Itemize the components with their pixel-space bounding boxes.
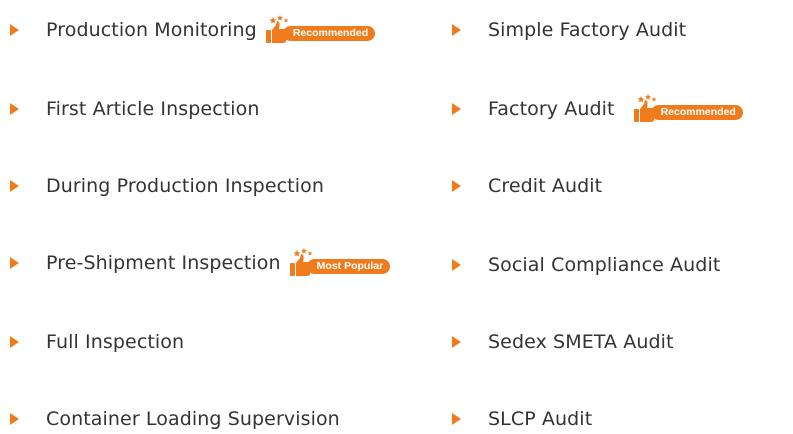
bullet-arrow-icon bbox=[10, 336, 19, 348]
bullet-arrow-icon bbox=[10, 103, 19, 115]
service-item-sedex-smeta-audit[interactable]: Sedex SMETA Audit bbox=[452, 327, 674, 357]
bullet-arrow-icon bbox=[452, 24, 461, 36]
bullet-arrow-icon bbox=[10, 24, 19, 36]
service-item-pre-shipment-inspection[interactable]: Pre-Shipment Inspection Most Popular bbox=[10, 248, 391, 278]
service-item-container-loading-supervision[interactable]: Container Loading Supervision bbox=[10, 404, 340, 434]
service-label: During Production Inspection bbox=[46, 175, 324, 197]
service-item-slcp-audit[interactable]: SLCP Audit bbox=[452, 404, 592, 434]
service-item-factory-audit[interactable]: Factory Audit Recommended bbox=[452, 94, 743, 124]
service-item-simple-factory-audit[interactable]: Simple Factory Audit bbox=[452, 15, 686, 45]
bullet-arrow-icon bbox=[452, 413, 461, 425]
service-item-during-production-inspection[interactable]: During Production Inspection bbox=[10, 171, 324, 201]
bullet-arrow-icon bbox=[452, 103, 461, 115]
service-label: Factory Audit bbox=[488, 98, 615, 120]
service-label: SLCP Audit bbox=[488, 408, 593, 430]
thumbs-up-icon bbox=[289, 248, 312, 276]
service-label: Full Inspection bbox=[46, 331, 185, 353]
bullet-arrow-icon bbox=[10, 180, 19, 192]
bullet-arrow-icon bbox=[452, 180, 461, 192]
recommended-badge: Recommended bbox=[265, 15, 376, 45]
service-label: Social Compliance Audit bbox=[488, 254, 721, 276]
thumbs-up-icon bbox=[265, 15, 289, 43]
bullet-arrow-icon bbox=[10, 257, 19, 269]
service-label: Container Loading Supervision bbox=[46, 408, 340, 430]
bullet-arrow-icon bbox=[452, 336, 461, 348]
service-item-production-monitoring[interactable]: Production Monitoring Recommended bbox=[10, 15, 376, 45]
thumbs-up-icon bbox=[633, 94, 656, 122]
service-item-first-article-inspection[interactable]: First Article Inspection bbox=[10, 94, 260, 124]
bullet-arrow-icon bbox=[452, 259, 461, 271]
service-item-social-compliance-audit[interactable]: Social Compliance Audit bbox=[452, 250, 720, 280]
service-label: Production Monitoring bbox=[46, 19, 257, 41]
service-item-full-inspection[interactable]: Full Inspection bbox=[10, 327, 184, 357]
service-item-credit-audit[interactable]: Credit Audit bbox=[452, 171, 602, 201]
service-label: First Article Inspection bbox=[46, 98, 260, 120]
service-label: Sedex SMETA Audit bbox=[488, 331, 674, 353]
bullet-arrow-icon bbox=[10, 413, 19, 425]
most-popular-badge: Most Popular bbox=[289, 248, 391, 278]
service-label: Simple Factory Audit bbox=[488, 19, 687, 41]
recommended-badge: Recommended bbox=[633, 94, 743, 124]
service-label: Credit Audit bbox=[488, 175, 603, 197]
service-list: Production Monitoring Recommended First … bbox=[0, 0, 793, 433]
service-label: Pre-Shipment Inspection bbox=[46, 252, 281, 274]
